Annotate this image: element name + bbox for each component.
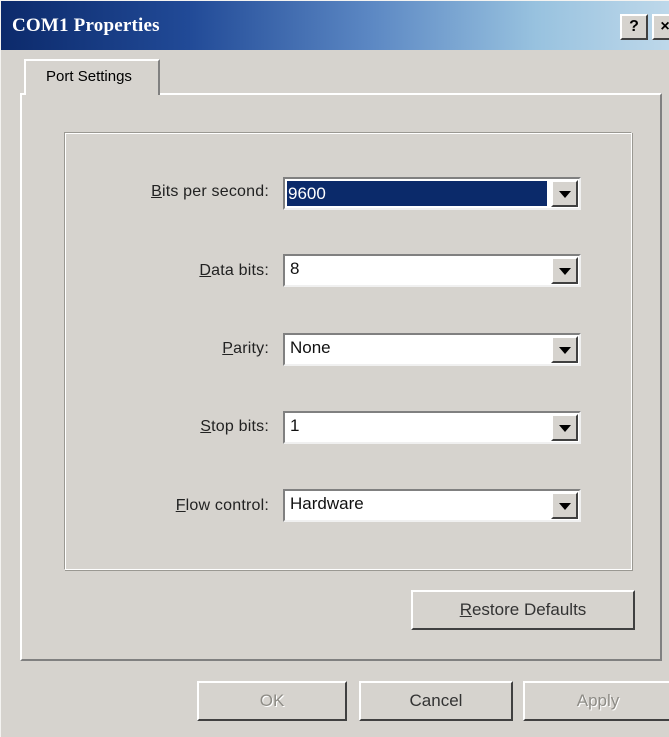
- flow-control-value: Hardware: [290, 494, 364, 513]
- stop-bits-select[interactable]: 1: [283, 411, 581, 444]
- ok-button[interactable]: OK: [197, 681, 347, 721]
- stop-bits-dropdown-arrow-icon[interactable]: [551, 414, 578, 441]
- flow-control-label: Flow control:: [175, 497, 269, 514]
- flow-control-select[interactable]: Hardware: [283, 489, 581, 522]
- help-button[interactable]: ?: [620, 14, 648, 40]
- parity-dropdown-arrow-icon[interactable]: [551, 336, 578, 363]
- cancel-button[interactable]: Cancel: [359, 681, 513, 721]
- data-bits-select[interactable]: 8: [283, 254, 581, 287]
- flow-control-dropdown-arrow-icon[interactable]: [551, 492, 578, 519]
- tab-port-settings[interactable]: Port Settings: [24, 59, 160, 95]
- stop-bits-label: Stop bits:: [200, 418, 269, 435]
- parity-label: Parity:: [222, 340, 269, 357]
- parity-value: None: [290, 338, 331, 357]
- stop-bits-value: 1: [290, 416, 300, 435]
- apply-button[interactable]: Apply: [523, 681, 669, 721]
- data-bits-dropdown-arrow-icon[interactable]: [551, 257, 578, 284]
- bits-per-second-label: Bits per second:: [151, 183, 269, 200]
- tab-port-settings-label: Port Settings: [46, 68, 132, 85]
- bits-per-second-dropdown-arrow-icon[interactable]: [551, 180, 578, 207]
- parity-select[interactable]: None: [283, 333, 581, 366]
- bits-per-second-value: 9600: [287, 181, 547, 206]
- data-bits-label: Data bits:: [199, 262, 269, 279]
- title-bar[interactable]: COM1 Properties ? ×: [1, 1, 669, 50]
- com1-properties-dialog: COM1 Properties ? × Port Settings Bits p…: [0, 0, 669, 737]
- window-title: COM1 Properties: [12, 15, 160, 36]
- restore-defaults-button[interactable]: Restore Defaults: [411, 590, 635, 630]
- data-bits-value: 8: [290, 259, 300, 278]
- close-button[interactable]: ×: [652, 14, 669, 40]
- bits-per-second-select[interactable]: 9600: [283, 177, 581, 210]
